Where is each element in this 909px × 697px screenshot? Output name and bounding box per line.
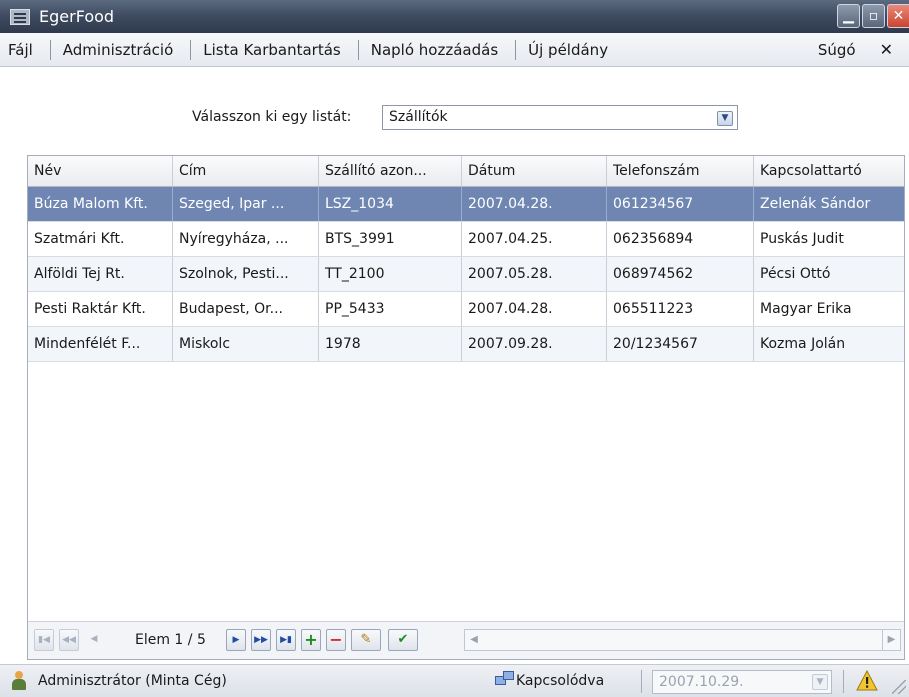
table-row[interactable]: Búza Malom Kft. Szeged, Ipar ... LSZ_103… — [28, 187, 904, 222]
cell-supplier-id: 1978 — [319, 327, 462, 361]
table-row[interactable]: Alföldi Tej Rt. Szolnok, Pesti... TT_210… — [28, 257, 904, 292]
status-bar: Adminisztrátor (Minta Cég) Kapcsolódva 2… — [0, 664, 909, 697]
chevron-down-icon[interactable]: ▼ — [812, 674, 828, 690]
list-selector-label: Válasszon ki egy listát: — [192, 109, 352, 125]
cell-date: 2007.05.28. — [462, 257, 607, 291]
cell-phone: 061234567 — [607, 187, 754, 221]
cell-contact: Magyar Erika — [760, 301, 852, 317]
cell-supplier-id: BTS_3991 — [319, 222, 462, 256]
cell-date: 2007.04.28. — [462, 292, 607, 326]
grid-header: Név Cím Szállító azon... Dátum Telefonsz… — [28, 156, 904, 187]
status-user: Adminisztrátor (Minta Cég) — [38, 673, 227, 689]
minimize-button[interactable]: ▁ — [837, 4, 860, 28]
cell-contact: Puskás Judit — [760, 231, 844, 247]
date-value: 2007.10.29. — [659, 674, 744, 690]
cell-name: Mindenfélét F... — [28, 327, 173, 361]
next-record-icon[interactable]: ▶ — [226, 629, 246, 651]
cell-phone: 20/1234567 — [607, 327, 754, 361]
network-icon — [495, 671, 515, 689]
date-picker[interactable]: 2007.10.29. ▼ — [652, 670, 832, 694]
maximize-button[interactable]: ▫ — [862, 4, 885, 28]
menu-bar: Fájl Adminisztráció Lista Karbantartás N… — [0, 33, 909, 67]
table-row[interactable]: Mindenfélét F... Miskolc 1978 2007.09.28… — [28, 327, 904, 362]
cell-phone: 062356894 — [607, 222, 754, 256]
menu-new-instance[interactable]: Új példány — [516, 40, 625, 60]
confirm-icon[interactable]: ✔ — [388, 629, 418, 651]
cell-supplier-id: LSZ_1034 — [319, 187, 462, 221]
cell-address: Nyíregyháza, ... — [173, 222, 319, 256]
list-selector-value: Szállítók — [389, 109, 448, 125]
scroll-right-icon[interactable]: ▶ — [882, 630, 900, 650]
app-icon — [10, 8, 30, 25]
close-icon[interactable]: ✕ — [880, 40, 893, 59]
last-record-icon[interactable]: ▶▮ — [276, 629, 296, 651]
list-selector-dropdown[interactable]: Szállítók ▼ — [382, 105, 738, 130]
table-row[interactable]: Pesti Raktár Kft. Budapest, Or... PP_543… — [28, 292, 904, 327]
cell-name: Pesti Raktár Kft. — [28, 292, 173, 326]
cell-contact: Zelenák Sándor — [760, 196, 871, 212]
column-header-phone[interactable]: Telefonszám — [607, 156, 754, 186]
resize-grip[interactable] — [892, 680, 906, 694]
delete-record-icon[interactable]: − — [326, 629, 346, 651]
cell-supplier-id: PP_5433 — [319, 292, 462, 326]
status-separator — [641, 670, 642, 693]
add-record-icon[interactable]: + — [301, 629, 321, 651]
table-row[interactable]: Szatmári Kft. Nyíregyháza, ... BTS_3991 … — [28, 222, 904, 257]
column-header-address[interactable]: Cím — [173, 156, 319, 186]
cell-contact: Kozma Jolán — [760, 336, 846, 352]
cell-phone: 068974562 — [607, 257, 754, 291]
cell-date: 2007.04.25. — [462, 222, 607, 256]
column-header-contact[interactable]: Kapcsolattartó — [754, 156, 904, 186]
cell-date: 2007.09.28. — [462, 327, 607, 361]
cell-name: Szatmári Kft. — [28, 222, 173, 256]
window-controls: ▁ ▫ ✕ — [837, 4, 909, 28]
edit-record-icon[interactable]: ✎ — [351, 629, 381, 651]
chevron-down-icon[interactable]: ▼ — [717, 111, 733, 126]
next-page-icon[interactable]: ▶▶ — [251, 629, 271, 651]
cell-name: Búza Malom Kft. — [28, 187, 173, 221]
data-grid[interactable]: Név Cím Szállító azon... Dátum Telefonsz… — [27, 155, 905, 660]
record-navigator: ▮◀ ◀◀ ◀ Elem 1 / 5 ▶ ▶▶ ▶▮ + − ✎ ✔ ◀ ▶ — [28, 621, 904, 659]
menu-help[interactable]: Súgó — [818, 41, 856, 59]
warning-icon[interactable] — [856, 670, 878, 692]
horizontal-scrollbar[interactable]: ◀ ▶ — [464, 629, 901, 651]
user-icon — [11, 671, 27, 691]
close-window-button[interactable]: ✕ — [887, 4, 909, 28]
cell-date: 2007.04.28. — [462, 187, 607, 221]
status-separator — [843, 670, 844, 693]
column-header-date[interactable]: Dátum — [462, 156, 607, 186]
list-selector-row: Válasszon ki egy listát: Szállítók ▼ — [0, 102, 909, 132]
title-bar[interactable]: EgerFood ▁ ▫ ✕ — [0, 0, 909, 33]
cell-contact: Pécsi Ottó — [760, 266, 831, 282]
previous-page-icon[interactable]: ◀◀ — [59, 629, 79, 651]
previous-record-icon[interactable]: ◀ — [84, 629, 104, 651]
cell-address: Miskolc — [173, 327, 319, 361]
record-position: Elem 1 / 5 — [135, 632, 206, 648]
menu-right-group: Súgó ✕ — [818, 40, 893, 59]
menu-administration[interactable]: Adminisztráció — [51, 39, 192, 60]
menu-list-maintenance[interactable]: Lista Karbantartás — [191, 39, 359, 60]
cell-phone: 065511223 — [607, 292, 754, 326]
window-title: EgerFood — [39, 7, 115, 26]
scroll-left-icon[interactable]: ◀ — [465, 630, 483, 650]
first-record-icon[interactable]: ▮◀ — [34, 629, 54, 651]
menu-add-log[interactable]: Napló hozzáadás — [359, 39, 517, 60]
cell-address: Szolnok, Pesti... — [173, 257, 319, 291]
cell-address: Szeged, Ipar ... — [173, 187, 319, 221]
column-header-supplier-id[interactable]: Szállító azon... — [319, 156, 462, 186]
status-connection: Kapcsolódva — [516, 673, 605, 689]
column-header-name[interactable]: Név — [28, 156, 173, 186]
cell-supplier-id: TT_2100 — [319, 257, 462, 291]
cell-name: Alföldi Tej Rt. — [28, 257, 173, 291]
menu-file[interactable]: Fájl — [0, 39, 51, 60]
cell-address: Budapest, Or... — [173, 292, 319, 326]
